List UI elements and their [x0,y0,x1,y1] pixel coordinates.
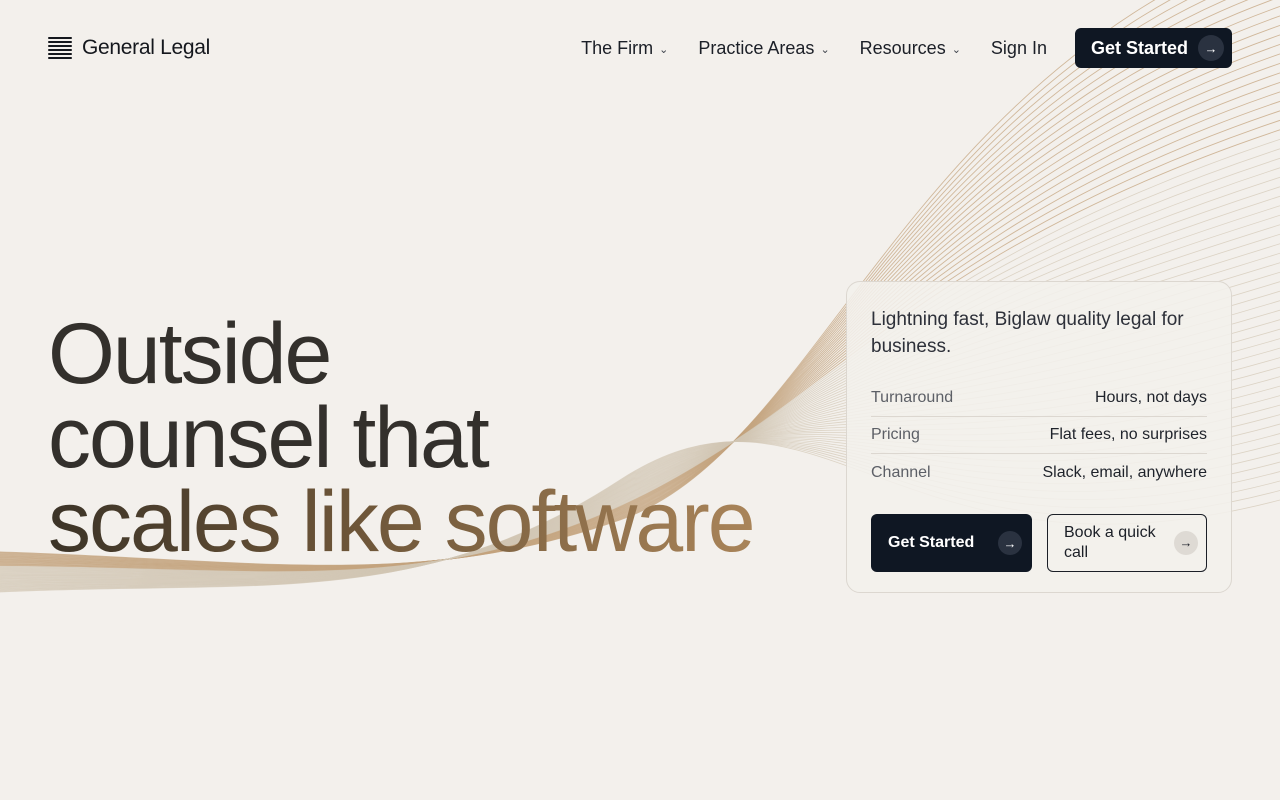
hero-line-1: Outside [48,306,332,402]
get-started-label: Get Started [1090,37,1188,58]
spec-value: Slack, email, anywhere [1042,463,1207,481]
get-started-button[interactable]: Get Started → [871,514,1032,572]
brand-logo[interactable]: General Legal [48,34,210,62]
spec-label: Channel [871,463,931,481]
spec-list: Turnaround Hours, not days Pricing Flat … [871,380,1207,491]
nav-item-the-firm[interactable]: The Firm ⌄ [581,38,668,59]
chevron-down-icon: ⌄ [951,43,961,56]
get-started-nav-button[interactable]: Get Started → [1074,28,1232,68]
spec-row-turnaround: Turnaround Hours, not days [871,380,1207,417]
nav-item-practice-areas[interactable]: Practice Areas ⌄ [698,38,829,59]
book-call-label: Book a quick call [1064,524,1156,561]
main-nav: The Firm ⌄ Practice Areas ⌄ Resources ⌄ … [581,28,1232,68]
spec-value: Hours, not days [1094,389,1207,406]
value-prop-card: Lightning fast, Biglaw quality legal for… [846,281,1232,593]
nav-item-resources[interactable]: Resources ⌄ [860,38,961,59]
chevron-down-icon: ⌄ [820,43,830,56]
card-intro: Lightning fast, Biglaw quality legal for… [871,309,1184,357]
get-started-label: Get Started [888,534,975,551]
nav-item-label: Resources [859,37,946,58]
book-call-button[interactable]: Book a quick call → [1047,514,1207,572]
spec-value: Flat fees, no surprises [1049,426,1207,443]
spec-row-pricing: Pricing Flat fees, no surprises [871,417,1207,454]
stacked-lines-icon [48,36,72,60]
nav-item-label: The Firm [581,37,654,58]
hero: Outside counsel that scales like softwar… [48,311,828,565]
arrow-right-icon: → [1198,35,1224,61]
brand-name: General Legal [82,36,211,59]
spec-row-channel: Channel Slack, email, anywhere [871,454,1207,491]
hero-line-2: counsel that [48,390,490,486]
arrow-right-icon: → [1174,531,1198,555]
hero-line-3: scales like software [48,474,756,570]
arrow-right-icon: → [998,531,1022,555]
site-header: General Legal The Firm ⌄ Practice Areas … [0,0,1280,96]
spec-label: Turnaround [871,389,954,406]
spec-label: Pricing [871,426,920,443]
card-actions: Get Started → Book a quick call → [871,514,1207,572]
sign-in-link[interactable]: Sign In [991,38,1047,59]
hero-headline: Outside counsel that scales like softwar… [48,311,828,565]
nav-item-label: Practice Areas [698,37,815,58]
chevron-down-icon: ⌄ [659,43,669,56]
